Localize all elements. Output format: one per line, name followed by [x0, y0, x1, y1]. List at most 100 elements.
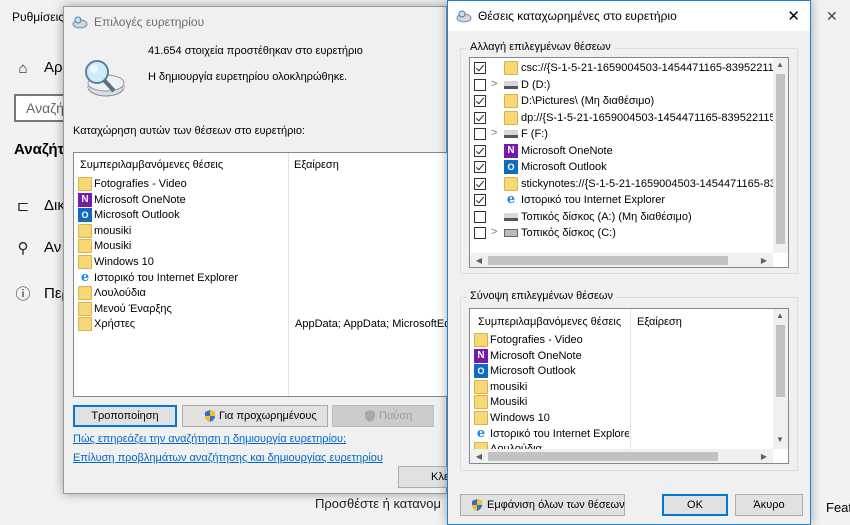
tree-item[interactable]: N Microsoft OneNote	[470, 143, 773, 159]
summary-row[interactable]: mousiki	[474, 379, 629, 395]
tree-item-checkbox[interactable]	[474, 194, 486, 206]
cancel-button[interactable]: Άκυρο	[735, 494, 803, 516]
tree-item[interactable]: D:\Pictures\ (Μη διαθέσιμο)	[470, 93, 773, 109]
ok-button[interactable]: OK	[662, 494, 728, 516]
tree-horizontal-scrollbar[interactable]: ◀ ▶	[470, 253, 773, 267]
summary-scroll-thumb[interactable]	[776, 325, 785, 397]
tree-item-checkbox[interactable]	[474, 210, 486, 223]
summary-row[interactable]: Windows 10	[474, 411, 629, 426]
summary-row[interactable]: N Microsoft OneNote	[474, 348, 629, 364]
chevron-right-icon[interactable]: >	[491, 226, 497, 238]
tree-item-checkbox[interactable]	[474, 227, 486, 239]
folder-icon	[504, 176, 518, 191]
summary-row[interactable]: O Microsoft Outlook	[474, 364, 629, 379]
location-row[interactable]: Χρήστες	[78, 317, 288, 332]
tree-item[interactable]: > D (D:)	[470, 77, 773, 93]
location-row[interactable]: N Microsoft OneNote	[78, 192, 288, 208]
nav-item-home[interactable]: ⌂ Αρ	[0, 56, 70, 86]
show-all-locations-button[interactable]: Εμφάνιση όλων των θέσεων	[460, 494, 625, 516]
tree-item-checkbox[interactable]	[474, 161, 486, 173]
chevron-right-icon[interactable]: >	[491, 127, 497, 139]
advanced-button-label: Για προχωρημένους	[219, 410, 317, 422]
tree-item[interactable]: > Τοπικός δίσκος (C:)	[470, 225, 773, 241]
drive-icon	[504, 212, 518, 221]
folder-icon	[504, 94, 518, 108]
indexing-options-titlebar[interactable]: Επιλογές ευρετηρίου	[64, 7, 446, 37]
tree-item[interactable]: e Ιστορικό του Internet Explorer	[470, 192, 773, 208]
indexed-locations-titlebar[interactable]: Θέσεις καταχωρημένες στο ευρετήριο ✕	[448, 1, 810, 31]
tree-item-checkbox[interactable]	[474, 95, 486, 107]
location-row[interactable]: Λουλούδια	[78, 286, 288, 301]
pause-button[interactable]: Παύση	[332, 405, 434, 427]
indexing-options-window: Επιλογές ευρετηρίου 41.654 στοιχεία προσ…	[63, 6, 451, 494]
folder-icon	[78, 286, 92, 301]
tree-item[interactable]: csc://{S-1-5-21-1659004503-1454471165-83…	[470, 60, 773, 76]
summary-row[interactable]: e Ιστορικό του Internet Explorer	[474, 427, 629, 442]
location-row[interactable]: Μενού Έναρξης	[78, 301, 288, 317]
tree-scroll-thumb[interactable]	[776, 74, 785, 244]
indexed-locations-list[interactable]: Συμπεριλαμβανόμενες θέσεις Εξαίρεση Foto…	[73, 152, 448, 397]
tree-item[interactable]: > F (F:)	[470, 126, 773, 142]
location-row[interactable]: mousiki	[78, 223, 288, 239]
tree-item[interactable]: Τοπικός δίσκος (A:) (Μη διαθέσιμο)	[470, 209, 773, 225]
tree-item[interactable]: stickynotes://{S-1-5-21-1659004503-14544…	[470, 176, 773, 192]
summary-list[interactable]: Συμπεριλαμβανόμενες θέσεις Εξαίρεση Foto…	[469, 308, 789, 464]
advanced-button[interactable]: Για προχωρημένους	[182, 405, 328, 427]
troubleshoot-link[interactable]: Επίλυση προβλημάτων αναζήτησης και δημιο…	[73, 452, 383, 464]
tree-item[interactable]: O Microsoft Outlook	[470, 159, 773, 175]
how-indexing-affects-link[interactable]: Πώς επηρεάζει την αναζήτηση η δημιουργία…	[73, 433, 346, 445]
close-icon[interactable]: ✕	[787, 7, 800, 25]
summary-location-name: Windows 10	[490, 412, 550, 424]
location-row[interactable]: Mousiki	[78, 239, 288, 254]
summary-row[interactable]: Mousiki	[474, 395, 629, 410]
location-name: Microsoft OneNote	[94, 193, 186, 206]
internet-explorer-icon: e	[80, 269, 90, 285]
home-icon: ⌂	[18, 60, 28, 77]
tree-item-checkbox[interactable]	[474, 144, 486, 157]
summary-scroll-right-icon[interactable]: ▶	[757, 452, 771, 461]
locations-tree[interactable]: csc://{S-1-5-21-1659004503-1454471165-83…	[469, 57, 789, 268]
folder-icon	[78, 317, 92, 332]
scroll-right-arrow-icon[interactable]: ▶	[757, 256, 771, 265]
location-row[interactable]: O Microsoft Outlook	[78, 208, 288, 223]
chevron-right-icon[interactable]: >	[491, 78, 497, 90]
close-button[interactable]: Κλεί	[398, 466, 451, 488]
scroll-left-arrow-icon[interactable]: ◀	[472, 256, 486, 265]
tree-hscroll-thumb[interactable]	[488, 256, 728, 265]
tree-vertical-scrollbar[interactable]: ▲	[773, 58, 788, 253]
tree-item[interactable]: dp://{S-1-5-21-1659004503-1454471165-839…	[470, 110, 773, 126]
summary-scroll-left-icon[interactable]: ◀	[472, 452, 486, 461]
folder-icon	[78, 223, 92, 238]
modify-button[interactable]: Τροποποίηση	[73, 405, 177, 427]
nav-item-search[interactable]: ⚲ Αν	[0, 236, 70, 266]
summary-vertical-scrollbar[interactable]: ▲ ▼	[773, 309, 788, 449]
tree-item-checkbox[interactable]	[474, 62, 486, 74]
nav-item-permissions[interactable]: ⊏ Δικ	[0, 194, 70, 224]
column-divider	[288, 153, 289, 396]
onenote-icon: N	[504, 143, 518, 158]
tree-item-checkbox[interactable]	[474, 177, 486, 190]
nav-item-about[interactable]: ⓘ Περ	[0, 282, 70, 312]
summary-scroll-down-icon[interactable]: ▼	[773, 435, 787, 444]
location-row[interactable]: Fotografies - Video	[78, 177, 288, 192]
search-icon: ⚲	[17, 240, 29, 257]
location-name: Λουλούδια	[94, 287, 146, 300]
location-row[interactable]: e Ιστορικό του Internet Explorer	[78, 271, 288, 286]
tree-item-label: dp://{S-1-5-21-1659004503-1454471165-839…	[521, 111, 773, 124]
scroll-up-arrow-icon[interactable]: ▲	[773, 60, 787, 69]
location-name: Microsoft Outlook	[94, 209, 180, 222]
summary-horizontal-scrollbar[interactable]: ◀ ▶	[470, 449, 773, 463]
column-excluded: Εξαίρεση	[294, 159, 339, 171]
summary-hscroll-thumb[interactable]	[488, 452, 718, 461]
tree-item-checkbox[interactable]	[474, 78, 486, 91]
location-row[interactable]: Windows 10	[78, 255, 288, 270]
tree-item-checkbox[interactable]	[474, 111, 486, 124]
location-exclude	[295, 193, 447, 208]
summary-scroll-up-icon[interactable]: ▲	[773, 311, 787, 320]
summary-row[interactable]: Fotografies - Video	[474, 333, 629, 348]
summary-location-name: Ιστορικό του Internet Explorer	[490, 427, 629, 440]
summary-locations-group: Σύνοψη επιλεγμένων θέσεων Συμπεριλαμβανό…	[460, 290, 798, 471]
settings-close-icon[interactable]: ✕	[826, 8, 838, 25]
nav-item-permissions-label: Δικ	[44, 197, 65, 214]
tree-item-checkbox[interactable]	[474, 128, 486, 140]
